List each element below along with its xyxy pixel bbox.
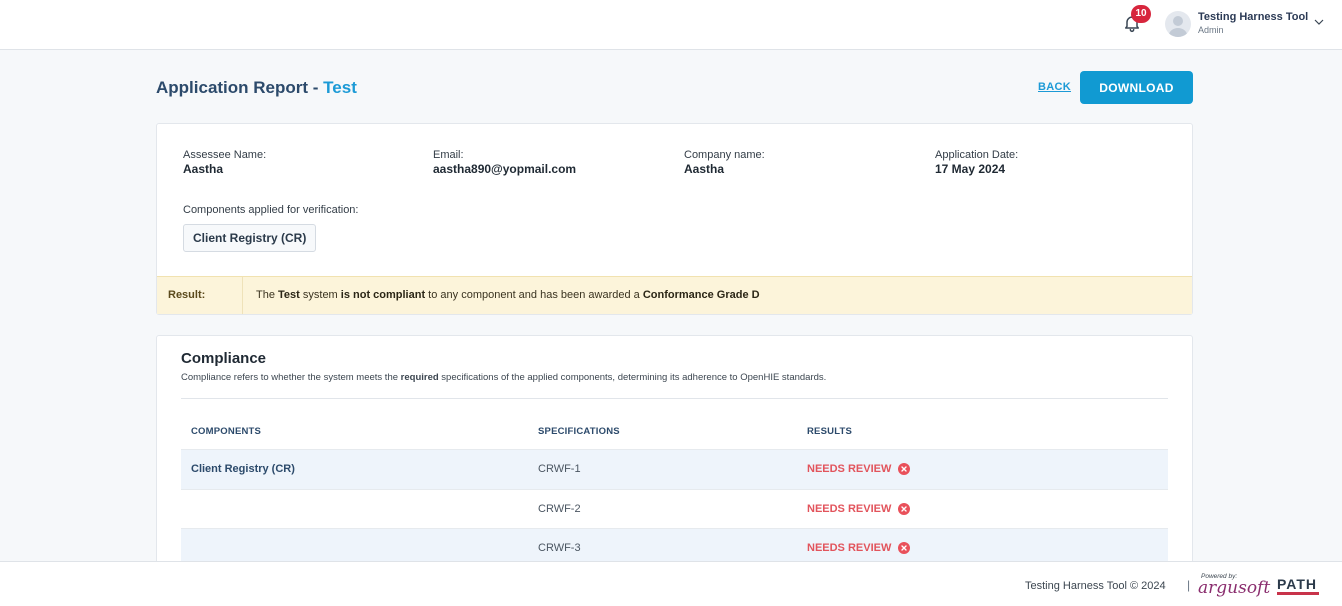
compliance-title: Compliance xyxy=(181,350,267,367)
assessee-value: Aastha xyxy=(183,162,224,176)
row-specification: CRWF-1 xyxy=(538,463,581,475)
company-value: Aastha xyxy=(684,162,725,176)
footer-separator: | xyxy=(1187,578,1191,592)
compliance-divider xyxy=(181,398,1168,399)
row-specification: CRWF-2 xyxy=(538,503,581,515)
email-label: Email: xyxy=(433,149,464,161)
chevron-down-icon[interactable] xyxy=(1314,13,1324,25)
result-text-part1: The xyxy=(256,289,279,301)
row-result: NEEDS REVIEW xyxy=(807,503,892,515)
result-bar: Result: The Test system is not compliant… xyxy=(157,276,1192,314)
user-role: Admin xyxy=(1198,25,1224,35)
row-component: Client Registry (CR) xyxy=(191,463,295,475)
path-logo-bar xyxy=(1277,592,1319,595)
result-status: is not compliant xyxy=(340,289,426,301)
page-title-name: Test xyxy=(323,78,357,97)
x-circle-icon xyxy=(898,463,910,475)
column-header-specifications: SPECIFICATIONS xyxy=(538,426,620,437)
components-label: Components applied for verification: xyxy=(183,204,359,216)
compliance-desc-part2: specifications of the applied components… xyxy=(438,372,827,383)
argusoft-logo: argusoft xyxy=(1198,578,1271,598)
application-date-label: Application Date: xyxy=(935,149,1019,161)
user-avatar-icon[interactable] xyxy=(1165,11,1191,37)
application-date-value: 17 May 2024 xyxy=(935,162,1006,176)
page-title-prefix: Application Report - xyxy=(156,78,324,97)
footer-copyright: Testing Harness Tool © 2024 xyxy=(1025,580,1166,592)
result-label: Result: xyxy=(157,277,243,314)
compliance-card: Compliance Compliance refers to whether … xyxy=(156,335,1193,575)
row-result: NEEDS REVIEW xyxy=(807,463,892,475)
x-circle-icon xyxy=(898,542,910,554)
compliance-desc-part1: Compliance refers to whether the system … xyxy=(181,372,401,383)
company-label: Company name: xyxy=(684,149,765,161)
component-chip: Client Registry (CR) xyxy=(183,224,317,252)
assessee-label: Assessee Name: xyxy=(183,149,267,161)
column-header-results: RESULTS xyxy=(807,426,853,437)
result-text-part3: to any component and has been awarded a xyxy=(425,289,643,301)
result-grade: Conformance Grade D xyxy=(642,289,760,301)
table-row: Client Registry (CR) CRWF-1 NEEDS REVIEW xyxy=(181,449,1168,489)
download-button[interactable]: DOWNLOAD xyxy=(1080,71,1193,104)
top-bar: 10 Testing Harness Tool Admin xyxy=(0,0,1342,50)
compliance-desc-bold: required xyxy=(400,372,439,383)
application-info-card: Assessee Name: Aastha Email: aastha890@y… xyxy=(156,123,1193,315)
page-title: Application Report - Test xyxy=(156,78,357,98)
email-value: aastha890@yopmail.com xyxy=(433,162,577,176)
notification-badge[interactable]: 10 xyxy=(1131,5,1151,23)
compliance-description: Compliance refers to whether the system … xyxy=(181,372,826,383)
user-name[interactable]: Testing Harness Tool xyxy=(1198,11,1308,23)
result-text: The Test system is not compliant to any … xyxy=(256,277,760,314)
table-row: CRWF-2 NEEDS REVIEW xyxy=(181,489,1168,529)
x-circle-icon xyxy=(898,503,910,515)
result-system-name: Test xyxy=(278,289,300,301)
column-header-components: COMPONENTS xyxy=(191,426,262,437)
back-link[interactable]: BACK xyxy=(1038,81,1071,93)
result-text-part2: system xyxy=(299,289,341,301)
footer: Testing Harness Tool © 2024 | Powered by… xyxy=(0,561,1342,606)
path-logo: PATH xyxy=(1277,576,1318,592)
